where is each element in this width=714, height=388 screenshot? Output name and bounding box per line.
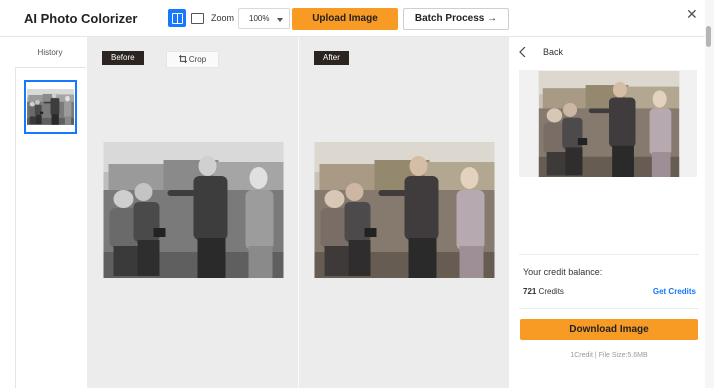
divider [519,254,699,255]
chevron-left-icon [519,47,526,57]
credits-count: 721 Credits [523,287,564,296]
app-title: AI Photo Colorizer [24,11,138,26]
close-icon[interactable]: ✕ [686,7,698,21]
history-title: History [37,48,63,57]
history-thumbnail-image [27,89,74,125]
zoom-select[interactable]: 100% [238,8,290,29]
credits-value: 721 [523,287,537,296]
before-image [103,142,284,278]
crop-icon [178,55,187,63]
batch-process-button[interactable]: Batch Process → [403,8,509,30]
upload-image-button[interactable]: Upload Image [292,8,398,30]
after-tag: After [314,51,349,65]
before-tag: Before [102,51,144,65]
history-thumbnail[interactable] [24,80,77,134]
before-pane: Before Crop [87,37,298,388]
back-label: Back [543,47,564,57]
zoom-value: 100% [249,14,270,23]
after-image [314,142,495,278]
file-info: 1Credit | File Size:5.6MB [570,352,648,359]
app-window: AI Photo Colorizer Zoom 100% Upload Imag… [0,0,714,388]
crop-button[interactable]: Crop [166,51,219,68]
credits-unit: Credits [536,287,564,296]
divider [15,67,16,388]
zoom-label: Zoom [211,13,235,23]
after-pane: After [299,37,509,388]
top-toolbar: AI Photo Colorizer Zoom 100% Upload Imag… [0,0,714,37]
scrollbar-thumb[interactable] [706,26,711,47]
divider [16,67,86,68]
history-sidebar: History [0,37,87,388]
divider [519,308,699,309]
download-image-button[interactable]: Download Image [520,319,698,340]
result-preview [519,70,697,177]
chevron-down-icon [277,18,283,22]
preview-image [538,71,680,177]
result-panel: Back Your credit balance: 721 Credits Ge… [509,37,705,388]
crop-label: Crop [188,55,207,64]
single-view-icon[interactable] [188,9,206,27]
split-view-icon[interactable] [168,9,186,27]
get-credits-link[interactable]: Get Credits [653,287,696,296]
credit-balance-label: Your credit balance: [523,267,603,277]
scrollbar[interactable] [705,0,714,388]
